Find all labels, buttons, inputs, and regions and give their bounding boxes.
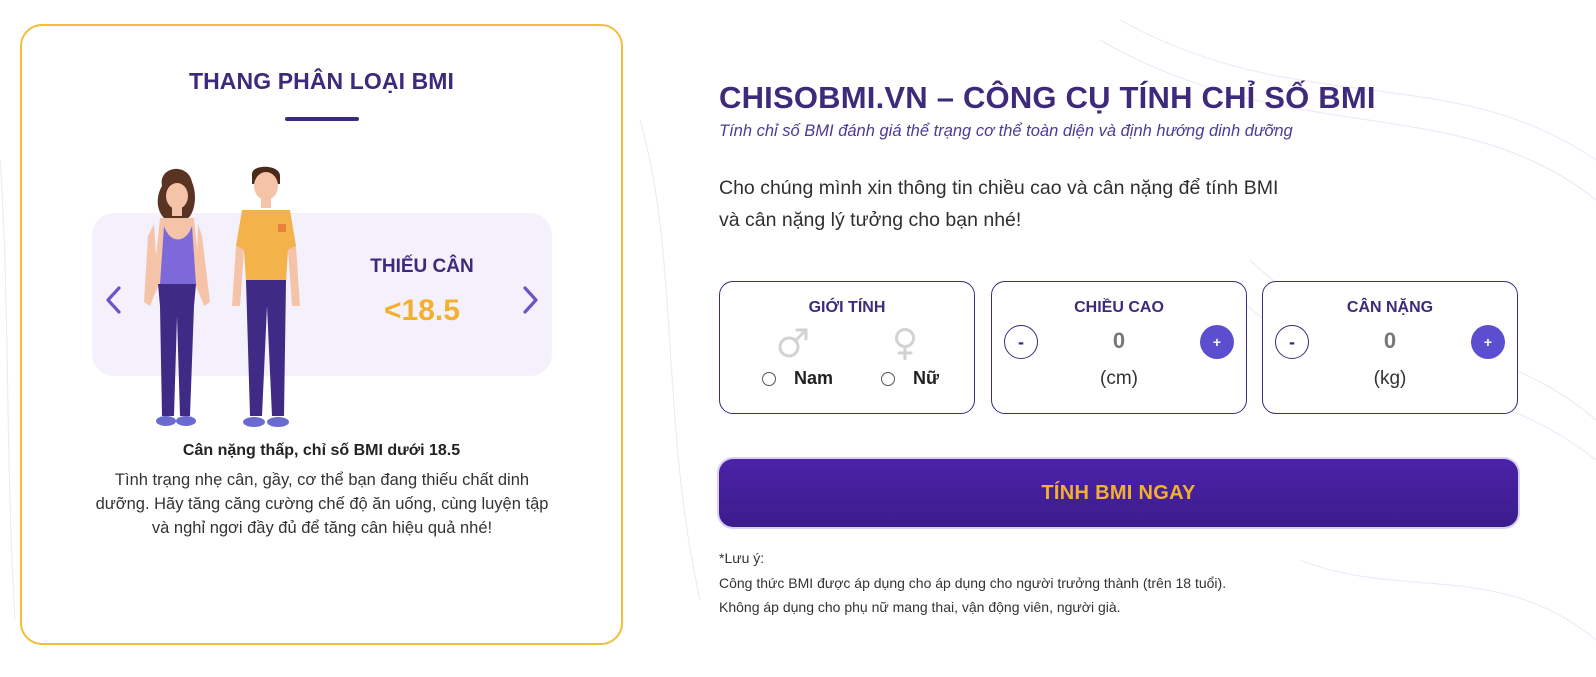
height-increment-button[interactable]: + [1200,325,1234,359]
bmi-category-label: THIẾU CÂN [370,256,474,277]
height-decrement-button[interactable]: - [1004,325,1038,359]
gender-label: GIỚI TÍNH [808,299,886,316]
scale-card-title: THANG PHÂN LOẠI BMI [188,68,455,94]
height-unit: (cm) [1100,368,1138,389]
male-icon [778,328,808,358]
bmi-scale-card: THANG PHÂN LOẠI BMI THIẾU CÂN <18.5 Cân … [20,24,623,645]
note-line: Không áp dụng cho phụ nữ mang thai, vận … [719,599,1121,615]
intro-text: Cho chúng mình xin thông tin chiều cao v… [719,177,1279,231]
man-figure [232,166,300,427]
height-label: CHIỀU CAO [1074,299,1164,316]
weight-box: CÂN NẶNG - 0 + (kg) [1262,281,1518,414]
female-icon [895,328,915,360]
weight-decrement-button[interactable]: - [1275,325,1309,359]
male-radio[interactable] [762,371,776,386]
female-radio[interactable] [881,371,895,386]
page-subtitle: Tính chỉ số BMI đánh giá thể trạng cơ th… [719,122,1293,140]
weight-increment-button[interactable]: + [1471,325,1505,359]
category-description-text: Tình trạng nhẹ cân, gầy, cơ thể bạn đang… [95,471,549,537]
male-option-label: Nam [794,368,834,388]
calculate-bmi-button[interactable]: TÍNH BMI NGAY [719,459,1518,527]
gender-box: GIỚI TÍNH Nam Nữ [719,281,975,414]
title-underline [285,117,359,121]
weight-value-input[interactable]: 0 [1323,328,1457,354]
weight-unit: (kg) [1373,368,1407,389]
page-title: CHISOBMI.VN – CÔNG CỤ TÍNH CHỈ SỐ BMI [719,80,1376,115]
note-section: *Lưu ý: Công thức BMI được áp dụng cho á… [719,546,1226,620]
chevron-left-icon[interactable] [100,284,128,316]
height-box: CHIỀU CAO - 0 + (cm) [991,281,1247,414]
gender-option-female[interactable]: Nữ [881,368,939,389]
note-line: Công thức BMI được áp dụng cho áp dụng c… [719,574,1227,591]
chevron-right-icon[interactable] [516,284,544,316]
note-heading: *Lưu ý: [719,550,765,566]
gender-option-male[interactable]: Nam [762,368,833,389]
people-illustration [144,166,300,427]
female-option-label: Nữ [913,368,940,388]
weight-label: CÂN NẶNG [1346,299,1434,316]
height-value-input[interactable]: 0 [1052,328,1186,354]
bmi-category-value: <18.5 [384,294,460,327]
category-description-title: Cân nặng thấp, chỉ số BMI dưới 18.5 [182,442,461,459]
woman-figure [144,168,210,426]
